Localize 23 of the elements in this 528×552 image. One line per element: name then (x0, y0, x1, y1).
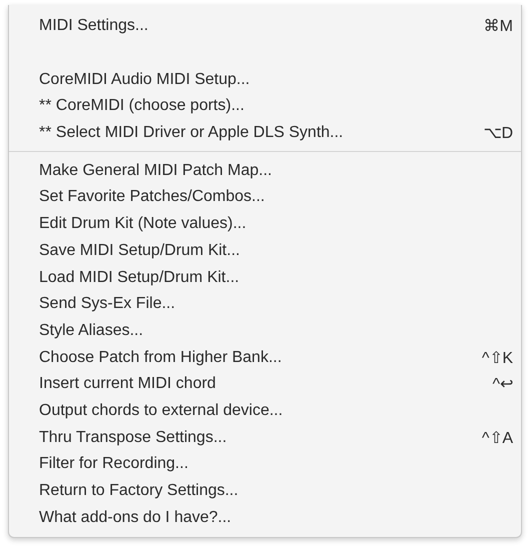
menu-item[interactable]: Style Aliases... (39, 322, 144, 340)
shortcut-label: ^⇧K (482, 348, 513, 368)
menu-item[interactable]: Insert current MIDI chord (39, 375, 216, 394)
menu-item[interactable]: Thru Transpose Settings... (39, 428, 227, 447)
menu-item[interactable]: Edit Drum Kit (Note values)... (39, 215, 246, 234)
shortcut-label: ^⇧A (482, 428, 513, 448)
shortcut-label: ^↩ (492, 375, 513, 394)
menu-item[interactable]: ** CoreMIDI (choose ports)... (39, 97, 244, 116)
menu-item[interactable]: MIDI Settings... (39, 17, 148, 36)
shortcut-label: ⌘M (484, 17, 513, 36)
menu-item[interactable]: Save MIDI Setup/Drum Kit... (39, 242, 240, 260)
menu-item[interactable]: Load MIDI Setup/Drum Kit... (39, 268, 240, 287)
menu-item[interactable]: ** Select MIDI Driver or Apple DLS Synth... (39, 124, 344, 142)
menu-item[interactable]: Set Favorite Patches/Combos... (39, 188, 265, 206)
menu-item[interactable]: CoreMIDI Audio MIDI Setup... (39, 70, 250, 89)
menu-item[interactable]: Choose Patch from Higher Bank... (39, 348, 282, 367)
menu-item[interactable]: What add-ons do I have?... (39, 508, 232, 527)
menu-item[interactable]: Make General MIDI Patch Map... (39, 162, 272, 180)
menu-item[interactable]: Send Sys-Ex File... (39, 295, 176, 314)
menu-item[interactable]: Return to Factory Settings... (39, 482, 238, 500)
menu-item[interactable]: Output chords to external device... (39, 402, 283, 420)
menu-item[interactable]: Filter for Recording... (39, 455, 188, 474)
shortcut-label: ⌥D (483, 124, 513, 144)
